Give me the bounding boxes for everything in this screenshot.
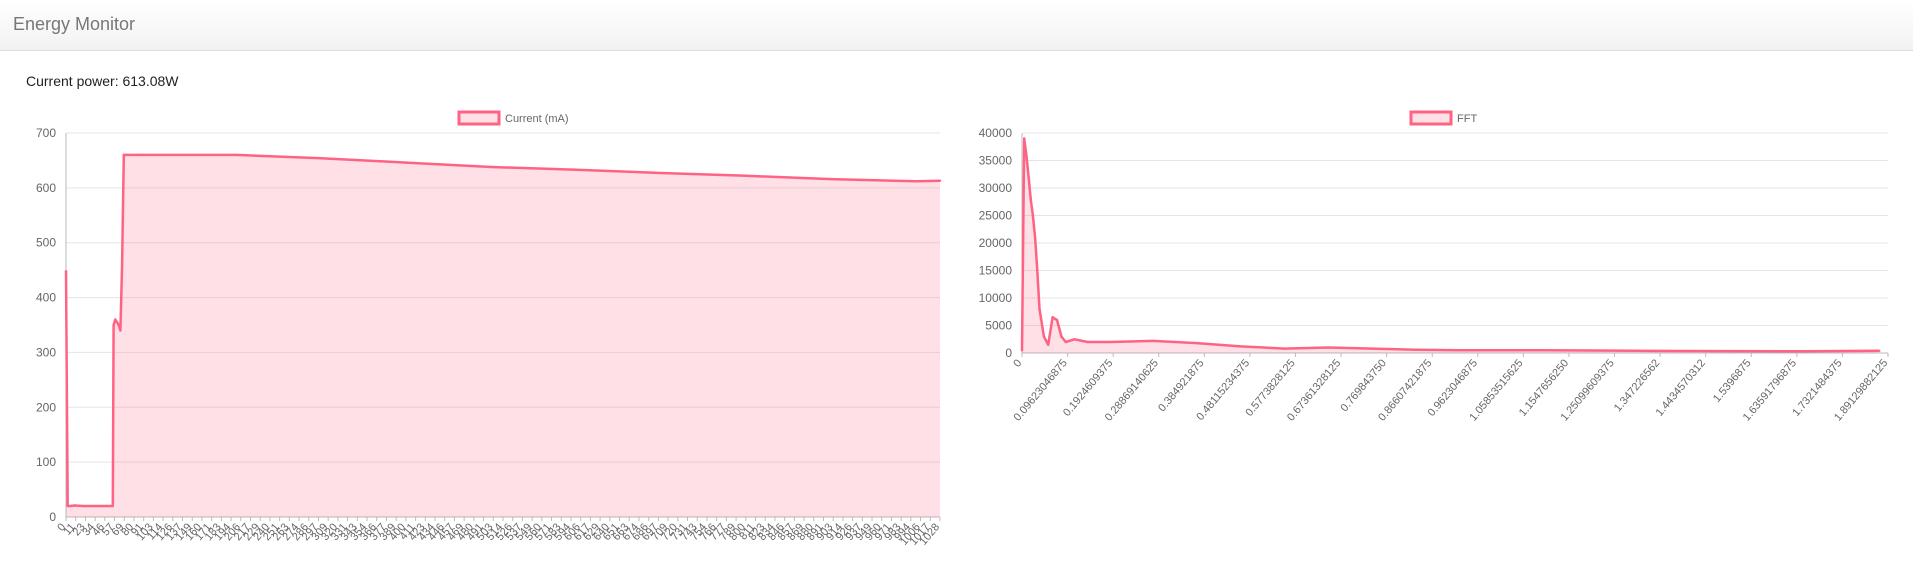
current-chart-data-point <box>111 504 114 508</box>
fft-chart-data-point <box>1055 318 1059 322</box>
current-chart-y-tick-label: 400 <box>36 291 56 305</box>
fft-chart-data-point <box>1031 214 1035 217</box>
fft-chart-x-tick-label: 1.5396875 <box>1711 357 1754 405</box>
fft-chart-data-point <box>1633 349 1636 352</box>
fft-chart-data-point <box>1370 347 1374 350</box>
current-chart-data-point <box>404 161 408 164</box>
current-chart-y-tick-label: 100 <box>36 455 56 469</box>
fft-chart-data-point <box>1545 349 1549 352</box>
fft-chart-y-tick-label: 40000 <box>979 126 1013 140</box>
fft-chart-data-point <box>1326 346 1330 349</box>
fft-chart-data-point <box>1051 316 1054 319</box>
fft-chart-data-point <box>1878 349 1881 352</box>
fft-chart-y-tick-label: 35000 <box>979 154 1013 168</box>
fft-chart-data-point <box>1036 269 1039 272</box>
current-chart-data-point <box>938 179 942 182</box>
current-chart-data-point <box>98 504 102 508</box>
fft-chart-y-tick-label: 10000 <box>979 291 1013 305</box>
fft-chart-data-point <box>1458 349 1461 352</box>
fft-chart-data-point <box>1414 348 1417 351</box>
fft-chart-series-line <box>1020 137 1880 353</box>
fft-chart-data-point <box>1022 137 1026 140</box>
fft-chart-legend-label: FFT <box>1457 113 1477 125</box>
fft-chart-series-area <box>1022 138 1880 353</box>
current-chart-y-tick-label: 300 <box>36 345 56 359</box>
fft-chart-data-point <box>1086 340 1089 344</box>
current-chart-data-point <box>66 504 69 508</box>
current-chart-data-point <box>744 174 748 177</box>
current-chart-data-point <box>114 318 117 321</box>
fft-chart-data-point <box>1808 350 1811 353</box>
fft-chart-data-point <box>1060 335 1063 338</box>
fft-chart-y-tick-label: 20000 <box>979 236 1013 250</box>
fft-chart-data-point <box>1064 340 1067 344</box>
fft-chart: FFT 0 5000 10000 15000 20000 25000 30000 35000 40… <box>955 100 1913 560</box>
fft-chart-data-point <box>1029 197 1032 201</box>
current-chart-data-point <box>914 180 918 183</box>
fft-chart-data-point <box>1152 339 1155 343</box>
current-chart-y-tick-label: 0 <box>49 510 56 524</box>
current-chart-data-point <box>574 168 578 171</box>
current-chart-y-tick-label: 200 <box>36 400 56 414</box>
current-chart-y-tick-label: 500 <box>36 236 56 250</box>
current-chart-data-point <box>120 263 124 266</box>
fft-chart-x-tick-label: 0 <box>1011 357 1024 369</box>
current-chart-data-point <box>81 504 85 508</box>
fft-chart-x-tick-label: 1.4434570312 <box>1654 357 1708 419</box>
current-chart-legend-label: Current (mA) <box>505 113 569 125</box>
current-chart-data-point <box>829 177 833 181</box>
fft-chart-data-point <box>1239 345 1242 348</box>
current-chart-data-point <box>64 270 68 273</box>
fft-chart-data-point <box>1042 335 1046 338</box>
fft-chart-y-tick-label: 25000 <box>979 209 1013 223</box>
current-chart-data-point <box>124 153 127 157</box>
current-power-readout: Current power: 613.08W <box>26 73 179 89</box>
fft-chart-y-tick-label: 15000 <box>979 264 1013 278</box>
app-title[interactable]: Energy Monitor <box>13 14 135 35</box>
current-chart-data-point <box>73 504 76 507</box>
fft-chart-y-tick-label: 5000 <box>985 319 1012 333</box>
fft-chart-x-tick-label: 1.347226562 <box>1612 357 1662 414</box>
current-chart-data-point <box>117 323 120 327</box>
fft-chart-data-point <box>1195 341 1199 345</box>
current-chart-series-area <box>66 154 940 517</box>
current-chart-y-tick-label: 600 <box>36 181 56 195</box>
current-chart-data-point <box>112 323 115 327</box>
fft-chart-data-point <box>1027 175 1030 179</box>
fft-chart-data-point <box>1038 307 1041 311</box>
fft-chart-legend-swatch <box>1409 110 1453 126</box>
current-chart-data-point <box>659 171 663 175</box>
current-chart-data-point <box>234 153 238 157</box>
fft-chart-x-tick-label: 0.769843750 <box>1338 357 1388 414</box>
current-chart-data-point <box>141 153 144 157</box>
current-chart-legend-swatch <box>457 110 501 126</box>
fft-chart-data-point <box>1283 347 1286 350</box>
current-chart: Current (mA) 0 100 200 300 400 500 600 700 0 11 23 3… <box>0 100 955 560</box>
current-chart-data-point <box>69 504 72 508</box>
fft-chart-data-point <box>1020 349 1024 352</box>
current-chart-y-tick-label: 700 <box>36 126 56 140</box>
fft-chart-y-tick-label: 0 <box>1005 346 1012 360</box>
navbar: Energy Monitor <box>0 0 1913 51</box>
current-chart-data-point <box>489 165 493 169</box>
current-chart-svg: Current (mA)0100200300400500600700011233… <box>36 110 942 548</box>
fft-chart-data-point <box>1047 343 1050 346</box>
fft-chart-svg: FFT 0 5000 10000 15000 20000 25000 30000 35000 40… <box>979 110 1890 424</box>
current-chart-data-point <box>119 329 122 332</box>
fft-chart-data-point <box>1025 153 1028 157</box>
fft-chart-data-point <box>1720 349 1723 353</box>
fft-chart-x-tick-label: 0.384921875 <box>1156 357 1206 414</box>
fft-chart-data-point <box>1033 236 1037 239</box>
current-chart-data-point <box>319 157 323 160</box>
fft-chart-y-tick-label: 30000 <box>979 181 1013 195</box>
fft-chart-data-point <box>1108 340 1111 344</box>
fft-chart-data-point <box>1073 338 1076 341</box>
